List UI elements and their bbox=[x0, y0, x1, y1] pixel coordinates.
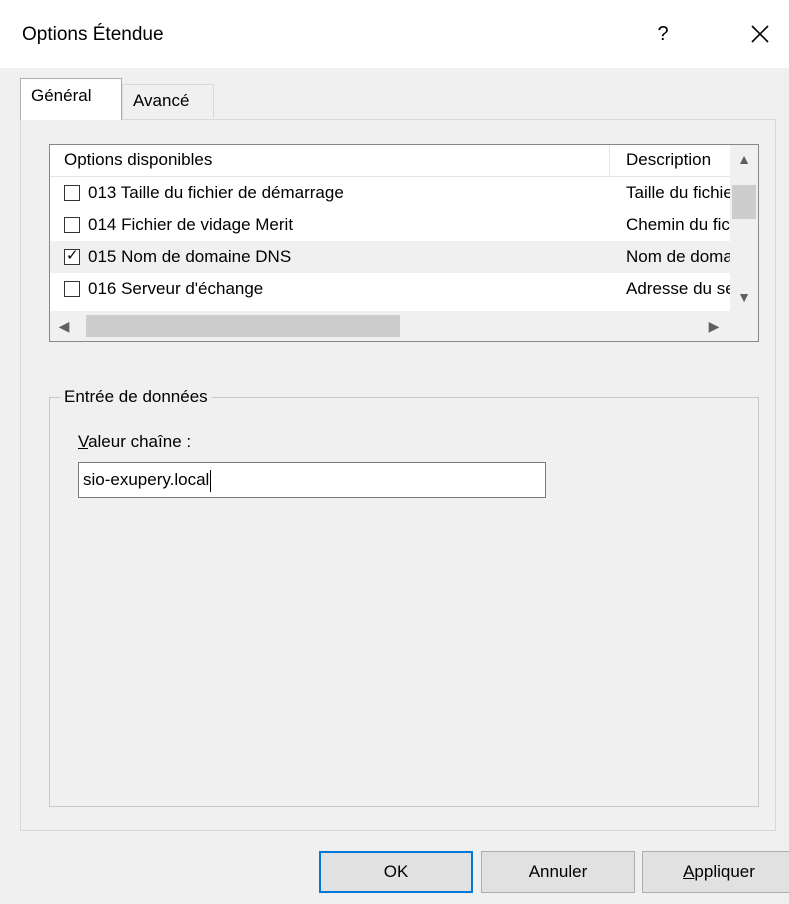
string-value-label: Valeur chaîne : bbox=[78, 432, 191, 452]
list-item[interactable]: 014 Fichier de vidage Merit Chemin du fi… bbox=[50, 209, 730, 241]
tab-avance-label: Avancé bbox=[133, 91, 190, 110]
text-caret bbox=[210, 469, 212, 492]
column-header-description[interactable]: Description bbox=[610, 145, 730, 177]
cancel-button[interactable]: Annuler bbox=[481, 851, 635, 893]
option-name: 014 Fichier de vidage Merit bbox=[88, 215, 294, 234]
close-button[interactable] bbox=[742, 16, 778, 52]
option-description: Chemin du fichier bbox=[626, 215, 730, 234]
help-button[interactable]: ? bbox=[648, 18, 678, 50]
apply-label: ppliquer bbox=[694, 862, 755, 881]
input-value: sio-exupery.local bbox=[83, 470, 210, 489]
dialog-client: Général Avancé Options disponibles Descr… bbox=[0, 68, 789, 904]
group-label: Entrée de données bbox=[60, 385, 212, 409]
option-name: 016 Serveur d'échange bbox=[88, 279, 264, 298]
options-listview[interactable]: Options disponibles Description 013 Tail… bbox=[49, 144, 759, 342]
window-title: Options Étendue bbox=[22, 24, 164, 45]
option-checkbox-checked[interactable] bbox=[64, 246, 80, 265]
label-text: aleur chaîne : bbox=[88, 432, 192, 451]
chevron-left-icon[interactable]: ◀ bbox=[50, 311, 78, 341]
chevron-right-icon[interactable]: ▶ bbox=[700, 311, 728, 341]
option-name: 015 Nom de domaine DNS bbox=[88, 247, 292, 266]
chevron-down-icon[interactable]: ▼ bbox=[730, 283, 758, 311]
horizontal-scrollbar[interactable]: ◀ ▶ bbox=[50, 311, 758, 341]
option-description: Taille du fichier bbox=[626, 183, 730, 202]
title-bar: Options Étendue ? bbox=[0, 0, 789, 68]
list-item-selected[interactable]: 015 Nom de domaine DNS Nom de domaine bbox=[50, 241, 730, 273]
label-accelerator: V bbox=[78, 432, 89, 451]
option-description: Adresse du serveur bbox=[626, 279, 730, 298]
option-checkbox[interactable] bbox=[64, 217, 80, 233]
list-item[interactable]: 013 Taille du fichier de démarrage Taill… bbox=[50, 177, 730, 209]
option-checkbox[interactable] bbox=[64, 281, 80, 297]
apply-accelerator: A bbox=[683, 862, 695, 881]
ok-button[interactable]: OK bbox=[319, 851, 473, 893]
tab-avance[interactable]: Avancé bbox=[122, 84, 214, 118]
close-icon bbox=[751, 25, 769, 43]
option-description: Nom de domaine bbox=[626, 247, 730, 266]
chevron-up-icon[interactable]: ▲ bbox=[730, 145, 758, 173]
horizontal-scroll-thumb[interactable] bbox=[86, 315, 400, 337]
string-value-input[interactable]: sio-exupery.local bbox=[78, 462, 546, 498]
listview-header: Options disponibles Description bbox=[50, 145, 730, 177]
option-checkbox[interactable] bbox=[64, 185, 80, 201]
apply-button[interactable]: Appliquer bbox=[642, 851, 789, 893]
tab-general[interactable]: Général bbox=[20, 78, 122, 120]
tab-panel-general: Options disponibles Description 013 Tail… bbox=[20, 119, 776, 831]
vertical-scroll-thumb[interactable] bbox=[732, 185, 756, 219]
tab-general-label: Général bbox=[31, 86, 92, 105]
data-entry-group: Entrée de données Valeur chaîne : sio-ex… bbox=[49, 385, 759, 807]
column-header-options[interactable]: Options disponibles bbox=[50, 145, 610, 177]
option-name: 013 Taille du fichier de démarrage bbox=[88, 183, 344, 202]
vertical-scrollbar[interactable]: ▲ ▼ bbox=[730, 145, 758, 311]
list-item[interactable]: 016 Serveur d'échange Adresse du serveur bbox=[50, 273, 730, 305]
